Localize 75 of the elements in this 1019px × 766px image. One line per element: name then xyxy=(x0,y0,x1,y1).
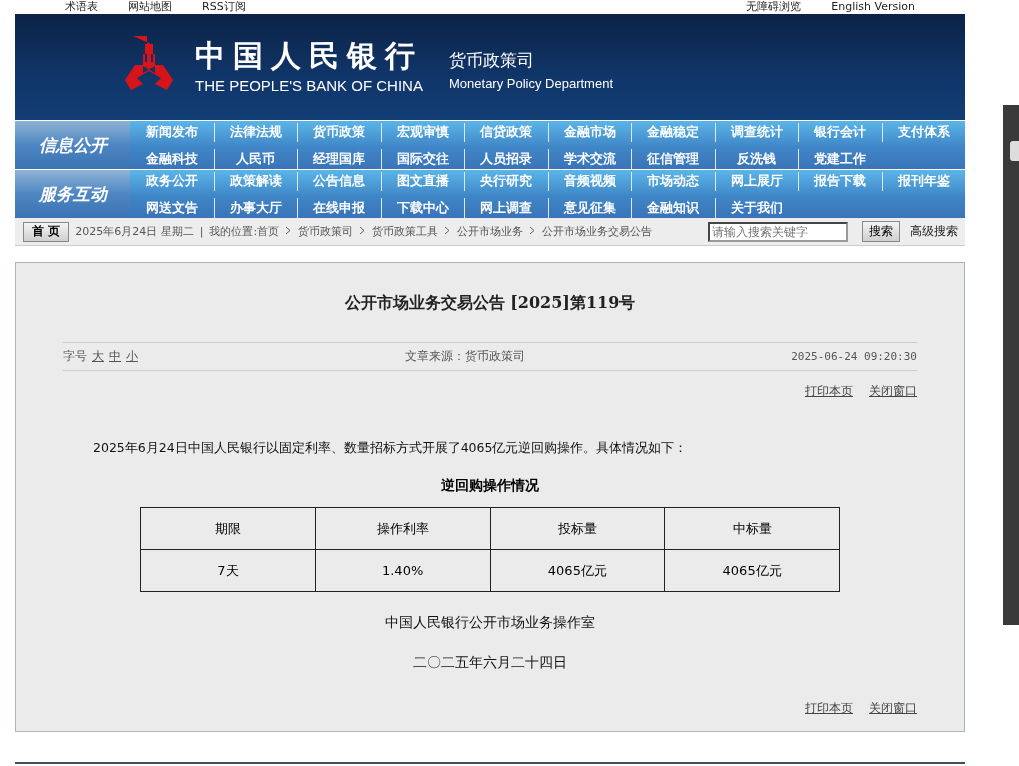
column-header: 中标量 xyxy=(664,507,840,550)
nav-section-title: 信息公开 xyxy=(15,121,130,169)
nav-link[interactable]: 报刊年鉴 xyxy=(881,172,965,191)
department-name-english: Monetary Policy Department xyxy=(449,76,613,92)
nav-link[interactable]: 报告下载 xyxy=(798,172,882,191)
nav-link[interactable]: 党建工作 xyxy=(798,149,882,169)
nav-link[interactable]: 音频视频 xyxy=(547,172,631,191)
location-label: 我的位置:首页 xyxy=(209,225,280,238)
nav-link[interactable]: 宏观审慎 xyxy=(380,123,464,142)
font-size-link[interactable]: 小 xyxy=(126,349,138,364)
nav-link[interactable]: 金融市场 xyxy=(547,123,631,142)
search-button[interactable]: 搜索 xyxy=(862,221,901,242)
column-header: 期限 xyxy=(140,507,316,550)
nav-link[interactable]: 央行研究 xyxy=(464,172,548,191)
nav-link[interactable]: 人民币 xyxy=(213,149,297,169)
nav-link[interactable]: 市场动态 xyxy=(631,172,715,191)
separator-text: | xyxy=(199,225,204,238)
home-button[interactable]: 首 页 xyxy=(23,221,70,242)
nav-link[interactable]: 货币政策 xyxy=(297,123,381,142)
column-header: 操作利率 xyxy=(315,507,490,550)
table-cell: 7天 xyxy=(140,549,316,592)
nav-link[interactable]: 支付体系 xyxy=(881,123,965,142)
table-title: 逆回购操作情况 xyxy=(440,477,540,495)
date-text: 2025年6月24日 星期二 xyxy=(75,225,194,238)
nav-link[interactable]: 学术交流 xyxy=(547,149,631,169)
top-link[interactable]: 术语表 xyxy=(65,0,98,14)
nav-link[interactable]: 法律法规 xyxy=(213,123,297,142)
nav-link[interactable]: 新闻发布 xyxy=(130,123,214,142)
nav-link[interactable]: 网送文告 xyxy=(130,198,214,218)
top-link[interactable]: English Version xyxy=(831,0,915,14)
signature-date: 二〇二五年六月二十四日 xyxy=(412,654,568,672)
nav-link[interactable]: 征信管理 xyxy=(631,149,715,169)
table-cell: 4065亿元 xyxy=(664,549,840,592)
action-link[interactable]: 打印本页 xyxy=(805,700,853,717)
table-cell: 4065亿元 xyxy=(490,549,665,592)
action-link[interactable]: 关闭窗口 xyxy=(869,383,917,400)
advanced-search-link[interactable]: 高级搜索 xyxy=(910,223,959,240)
publish-date: 2025-06-24 09:20:30 xyxy=(791,350,917,363)
top-link[interactable]: RSS订阅 xyxy=(202,0,246,14)
breadcrumb-link[interactable]: 公开市场业务交易公告 xyxy=(542,225,653,238)
breadcrumb-link[interactable]: 货币政策工具 xyxy=(372,225,439,238)
signature-text: 中国人民银行公开市场业务操作室 xyxy=(384,614,596,632)
nav-link[interactable]: 经理国库 xyxy=(297,149,381,169)
action-link[interactable]: 关闭窗口 xyxy=(869,700,917,717)
action-link[interactable]: 打印本页 xyxy=(805,383,853,400)
breadcrumb-link[interactable]: 货币政策司 xyxy=(298,225,354,238)
font-size-label: 字号 xyxy=(63,349,87,364)
search-field[interactable]: 请输入搜索关键字 xyxy=(708,221,849,242)
nav-link[interactable]: 信贷政策 xyxy=(464,123,548,142)
breadcrumb-link[interactable]: 公开市场业务 xyxy=(457,225,524,238)
bank-name-english: THE PEOPLE'S BANK OF CHINA xyxy=(195,77,423,95)
nav-link[interactable]: 政策解读 xyxy=(213,172,297,191)
nav-link[interactable]: 政务公开 xyxy=(130,172,214,191)
bank-name: 中国人民银行 xyxy=(195,39,423,73)
nav-link[interactable]: 公告信息 xyxy=(297,172,381,191)
nav-link[interactable]: 国际交往 xyxy=(380,149,464,169)
nav-link[interactable]: 金融科技 xyxy=(130,149,214,169)
nav-section-title: 服务互动 xyxy=(15,170,130,218)
font-size-link[interactable]: 大 xyxy=(92,349,104,364)
top-link[interactable]: 网站地图 xyxy=(128,0,172,14)
nav-link[interactable]: 图文直播 xyxy=(380,172,464,191)
nav-link[interactable]: 人员招录 xyxy=(464,149,548,169)
department-name: 货币政策司 xyxy=(449,50,535,70)
intro-paragraph: 2025年6月24日中国人民银行以固定利率、数量招标方式开展了4065亿元逆回购操作。具体情况如下： xyxy=(93,440,689,457)
font-size-link[interactable]: 中 xyxy=(109,349,121,364)
top-link[interactable]: 无障碍浏览 xyxy=(746,0,802,14)
column-header: 投标量 xyxy=(490,507,665,550)
nav-link[interactable]: 反洗钱 xyxy=(714,149,798,169)
table-cell: 1.40% xyxy=(315,549,490,592)
nav-link[interactable]: 调查统计 xyxy=(714,123,798,142)
article-title: 公开市场业务交易公告 [2025]第119号 xyxy=(343,293,637,314)
nav-link[interactable]: 金融稳定 xyxy=(631,123,715,142)
nav-link[interactable]: 银行会计 xyxy=(798,123,882,142)
source-text: 文章来源：货币政策司 xyxy=(404,349,525,364)
nav-link[interactable]: 网上展厅 xyxy=(714,172,798,191)
